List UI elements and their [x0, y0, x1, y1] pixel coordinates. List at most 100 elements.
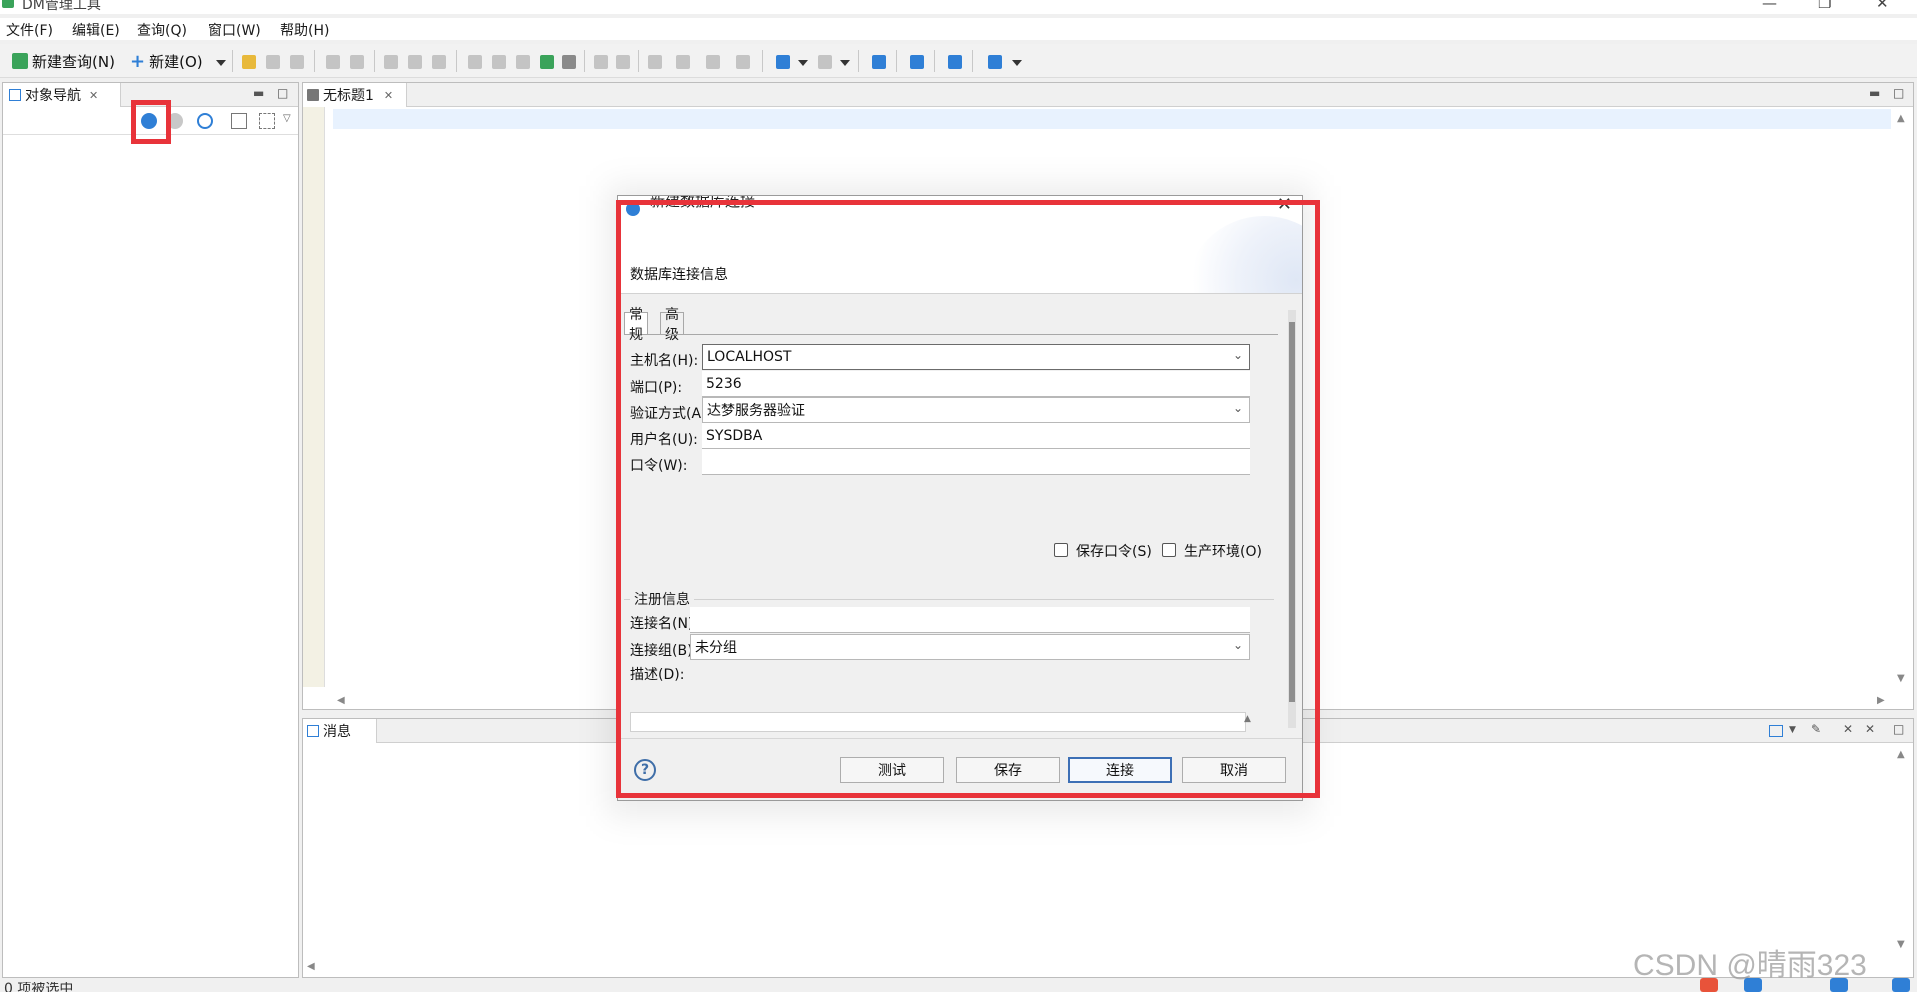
menu-file[interactable]: 文件(F) — [6, 20, 53, 40]
calendar-icon[interactable] — [648, 55, 662, 69]
toolbar-separator — [456, 50, 457, 72]
menu-window[interactable]: 窗口(W) — [208, 20, 261, 40]
scroll-left-icon[interactable]: ◀ — [307, 961, 315, 972]
menu-query[interactable]: 查询(Q) — [137, 20, 187, 40]
minimize-panel-icon[interactable]: ▬ — [1869, 86, 1880, 100]
run-icon[interactable] — [468, 55, 482, 69]
scroll-up-icon[interactable]: ▲ — [1897, 113, 1905, 124]
window-layout-icon[interactable] — [988, 55, 1002, 69]
navigator-tab-label: 对象导航 — [25, 88, 81, 104]
clear-icon[interactable]: ✎ — [1811, 722, 1821, 736]
remove-all-icon[interactable]: ✕ — [1865, 722, 1875, 736]
tray-app-icon[interactable] — [1700, 978, 1718, 992]
remove-icon[interactable]: ✕ — [1843, 722, 1853, 736]
menu-bar: 文件(F) 编辑(E) 查询(Q) 窗口(W) 帮助(H) — [0, 18, 1917, 40]
new-query-button[interactable]: 新建查询(N) — [12, 50, 115, 72]
open-folder-icon[interactable] — [242, 55, 256, 69]
messages-tab-label: 消息 — [323, 724, 351, 740]
new-query-label: 新建查询(N) — [32, 52, 115, 71]
run-script-icon[interactable] — [516, 55, 530, 69]
scroll-down-icon[interactable]: ▼ — [1897, 939, 1905, 950]
stop-icon[interactable] — [562, 55, 576, 69]
expand-icon[interactable] — [259, 113, 275, 129]
toolbar-separator — [762, 50, 763, 72]
close-tab-icon[interactable]: ✕ — [384, 89, 393, 102]
object-navigator-panel: 对象导航 ✕ ▬ □ ▽ — [2, 82, 299, 978]
tab-general[interactable]: 常规 — [624, 307, 648, 343]
run-selected-icon[interactable] — [492, 55, 506, 69]
editor-tab-label: 无标题1 — [323, 88, 374, 104]
forward-icon[interactable] — [818, 55, 832, 69]
new-dropdown-icon[interactable] — [216, 60, 226, 66]
status-text: 0 项被选中 — [4, 982, 74, 992]
toolbar-separator — [934, 50, 935, 72]
toolbar-separator — [314, 50, 315, 72]
toolbar-separator — [896, 50, 897, 72]
back-icon[interactable] — [776, 55, 790, 69]
rollback-icon[interactable] — [616, 55, 630, 69]
message-icon — [307, 725, 319, 737]
tab-untitled-1[interactable]: 无标题1 ✕ — [303, 83, 407, 107]
minimize-icon[interactable]: — — [1762, 0, 1777, 12]
view-dropdown-icon[interactable]: ▼ — [1789, 725, 1796, 735]
scroll-right-icon[interactable]: ▶ — [1877, 695, 1885, 706]
new-label: 新建(O) — [149, 52, 203, 71]
search-icon[interactable] — [197, 113, 213, 129]
tab-messages[interactable]: 消息 — [303, 719, 377, 743]
redo-icon[interactable] — [350, 55, 364, 69]
highlight-dialog — [616, 200, 1320, 798]
paste-icon[interactable] — [432, 55, 446, 69]
restore-icon[interactable]: ❐ — [1818, 0, 1831, 12]
editor-tabbar: 无标题1 ✕ ▬ □ — [303, 83, 1913, 107]
tray-input-icon[interactable] — [1744, 978, 1762, 992]
view-menu-icon[interactable]: ▽ — [283, 113, 299, 129]
collapse-all-icon[interactable] — [231, 113, 247, 129]
close-window-icon[interactable]: ✕ — [1876, 0, 1889, 12]
maximize-panel-icon[interactable]: □ — [277, 86, 288, 100]
tree-icon — [9, 89, 21, 101]
merge-icon[interactable] — [736, 55, 750, 69]
menu-help[interactable]: 帮助(H) — [280, 20, 329, 40]
save-icon[interactable] — [266, 55, 280, 69]
debug-icon[interactable] — [872, 55, 886, 69]
copy-icon[interactable] — [408, 55, 422, 69]
calendar-alt-icon[interactable] — [676, 55, 690, 69]
undo-icon[interactable] — [326, 55, 340, 69]
sql-file-icon — [307, 89, 319, 101]
app-icon — [2, 0, 14, 8]
message-view-icon[interactable] — [1769, 725, 1783, 737]
forward-dropdown-icon[interactable] — [840, 60, 850, 66]
tab-object-navigator[interactable]: 对象导航 ✕ — [3, 83, 121, 107]
table-icon[interactable] — [948, 55, 962, 69]
toolbar-separator — [858, 50, 859, 72]
line-gutter — [303, 107, 325, 687]
close-tab-icon[interactable]: ✕ — [89, 89, 98, 102]
title-bar: DM管理工具 — ❐ ✕ — [0, 0, 1917, 14]
back-dropdown-icon[interactable] — [798, 60, 808, 66]
menu-edit[interactable]: 编辑(E) — [72, 20, 120, 40]
toolbar-separator — [232, 50, 233, 72]
scroll-up-icon[interactable]: ▲ — [1897, 749, 1905, 760]
maximize-panel-icon[interactable]: □ — [1893, 86, 1904, 100]
format-icon[interactable] — [706, 55, 720, 69]
commit-icon[interactable] — [594, 55, 608, 69]
home-icon[interactable] — [910, 55, 924, 69]
window-title: DM管理工具 — [22, 0, 101, 13]
toolbar-separator — [584, 50, 585, 72]
current-line[interactable] — [333, 109, 1891, 129]
toolbar-separator — [972, 50, 973, 72]
layout-dropdown-icon[interactable] — [1012, 60, 1022, 66]
new-button[interactable]: + 新建(O) — [130, 50, 203, 72]
tray-grid-icon[interactable] — [1892, 978, 1910, 992]
save-all-icon[interactable] — [290, 55, 304, 69]
cut-icon[interactable] — [384, 55, 398, 69]
scroll-left-icon[interactable]: ◀ — [337, 695, 345, 706]
scroll-down-icon[interactable]: ▼ — [1897, 673, 1905, 684]
minimize-panel-icon[interactable]: ▬ — [253, 86, 264, 100]
maximize-panel-icon[interactable]: □ — [1893, 722, 1904, 736]
highlight-new-connection — [131, 100, 171, 144]
new-query-icon — [12, 53, 28, 69]
tray-keyboard-icon[interactable] — [1830, 978, 1848, 992]
status-bar: 0 项被选中 — [0, 982, 1917, 992]
execute-plan-icon[interactable] — [540, 55, 554, 69]
